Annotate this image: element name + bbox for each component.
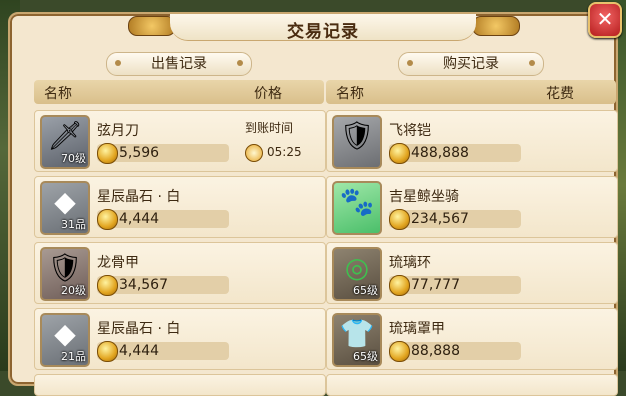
buy-panel: 购买记录 名称 花费 🛡 飞将铠 488,888 🐾 吉星鲸坐骑 234,567…	[326, 52, 618, 396]
price-bar: 488,888	[389, 143, 521, 164]
title-ornament-right	[472, 16, 520, 36]
item-level: 20级	[61, 284, 86, 297]
tab-dot-icon	[237, 60, 243, 66]
clock-icon	[245, 144, 263, 162]
buy-column-header: 名称 花费	[326, 80, 616, 104]
crystal-icon: ◆ 31品	[40, 181, 90, 235]
gold-coin-icon	[97, 275, 118, 296]
column-price: 价格	[254, 86, 282, 102]
item-name: 琉璃环	[389, 255, 431, 271]
price-bar: 77,777	[389, 275, 521, 296]
sell-row[interactable]: 🛡 20级 龙骨甲 34,567	[34, 242, 326, 304]
item-price: 34,567	[119, 277, 168, 293]
item-name: 龙骨甲	[97, 255, 139, 271]
buy-row[interactable]: ◎ 65级 琉璃环 77,777	[326, 242, 618, 304]
item-price: 4,444	[119, 211, 160, 227]
item-name: 琉璃罩甲	[389, 321, 445, 337]
vest-icon: 👕 65级	[332, 313, 382, 367]
tab-buy-label: 购买记录	[443, 56, 499, 72]
item-level: 70级	[61, 152, 86, 165]
sell-panel: 出售记录 名称 价格 🗡 70级 弦月刀 5,596 到账时间 05:25 ◆	[34, 52, 326, 396]
close-button[interactable]: ✕	[588, 2, 622, 38]
item-name: 星辰晶石 · 白	[97, 189, 181, 205]
gold-coin-icon	[389, 143, 410, 164]
ring-icon: ◎ 65级	[332, 247, 382, 301]
armor-icon: 🛡	[332, 115, 382, 169]
tab-dot-icon	[115, 60, 121, 66]
price-bar: 5,596	[97, 143, 229, 164]
buy-row[interactable]: 🛡 飞将铠 488,888	[326, 110, 618, 172]
item-level: 21品	[61, 350, 86, 363]
price-bar: 234,567	[389, 209, 521, 230]
item-level: 31品	[61, 218, 86, 231]
column-name: 名称	[44, 86, 72, 102]
blade-icon: 🗡 70级	[40, 115, 90, 169]
item-level: 65级	[353, 350, 378, 363]
sell-row-partial	[34, 374, 326, 396]
tab-sell-records[interactable]: 出售记录	[106, 52, 252, 76]
item-name: 弦月刀	[97, 123, 139, 139]
price-bar: 4,444	[97, 341, 229, 362]
gold-coin-icon	[389, 275, 410, 296]
item-price: 234,567	[411, 211, 469, 227]
tab-sell-label: 出售记录	[151, 56, 207, 72]
price-bar: 4,444	[97, 209, 229, 230]
armor-icon: 🛡 20级	[40, 247, 90, 301]
item-name: 星辰晶石 · 白	[97, 321, 181, 337]
crystal-icon: ◆ 21品	[40, 313, 90, 367]
gold-coin-icon	[97, 341, 118, 362]
price-bar: 88,888	[389, 341, 521, 362]
sell-row[interactable]: ◆ 21品 星辰晶石 · 白 4,444	[34, 308, 326, 370]
buy-row-partial	[326, 374, 618, 396]
sell-column-header: 名称 价格	[34, 80, 324, 104]
buy-row[interactable]: 🐾 吉星鲸坐骑 234,567	[326, 176, 618, 238]
gold-coin-icon	[389, 209, 410, 230]
tab-buy-records[interactable]: 购买记录	[398, 52, 544, 76]
gold-coin-icon	[97, 209, 118, 230]
trade-record-window: 交易记录 出售记录 名称 价格 🗡 70级 弦月刀 5,596 到账时间 05:…	[8, 12, 618, 396]
tab-dot-icon	[529, 60, 535, 66]
item-price: 488,888	[411, 145, 469, 161]
item-name: 吉星鲸坐骑	[389, 189, 459, 205]
sell-row[interactable]: ◆ 31品 星辰晶石 · 白 4,444	[34, 176, 326, 238]
item-price: 77,777	[411, 277, 460, 293]
window-title: 交易记录	[287, 22, 359, 42]
item-price: 4,444	[119, 343, 160, 359]
title-ornament-left	[128, 16, 176, 36]
buy-row[interactable]: 👕 65级 琉璃罩甲 88,888	[326, 308, 618, 370]
gold-coin-icon	[97, 143, 118, 164]
title-band: 交易记录	[170, 14, 476, 42]
tab-dot-icon	[407, 60, 413, 66]
column-cost: 花费	[546, 86, 574, 102]
sell-row[interactable]: 🗡 70级 弦月刀 5,596 到账时间 05:25	[34, 110, 326, 172]
arrival-time: 05:25	[267, 145, 302, 159]
mount-icon: 🐾	[332, 181, 382, 235]
column-name: 名称	[336, 86, 364, 102]
item-price: 88,888	[411, 343, 460, 359]
item-level: 65级	[353, 284, 378, 297]
arrival-time-label: 到账时间	[245, 121, 294, 135]
price-bar: 34,567	[97, 275, 229, 296]
item-price: 5,596	[119, 145, 160, 161]
item-name: 飞将铠	[389, 123, 431, 139]
gold-coin-icon	[389, 341, 410, 362]
